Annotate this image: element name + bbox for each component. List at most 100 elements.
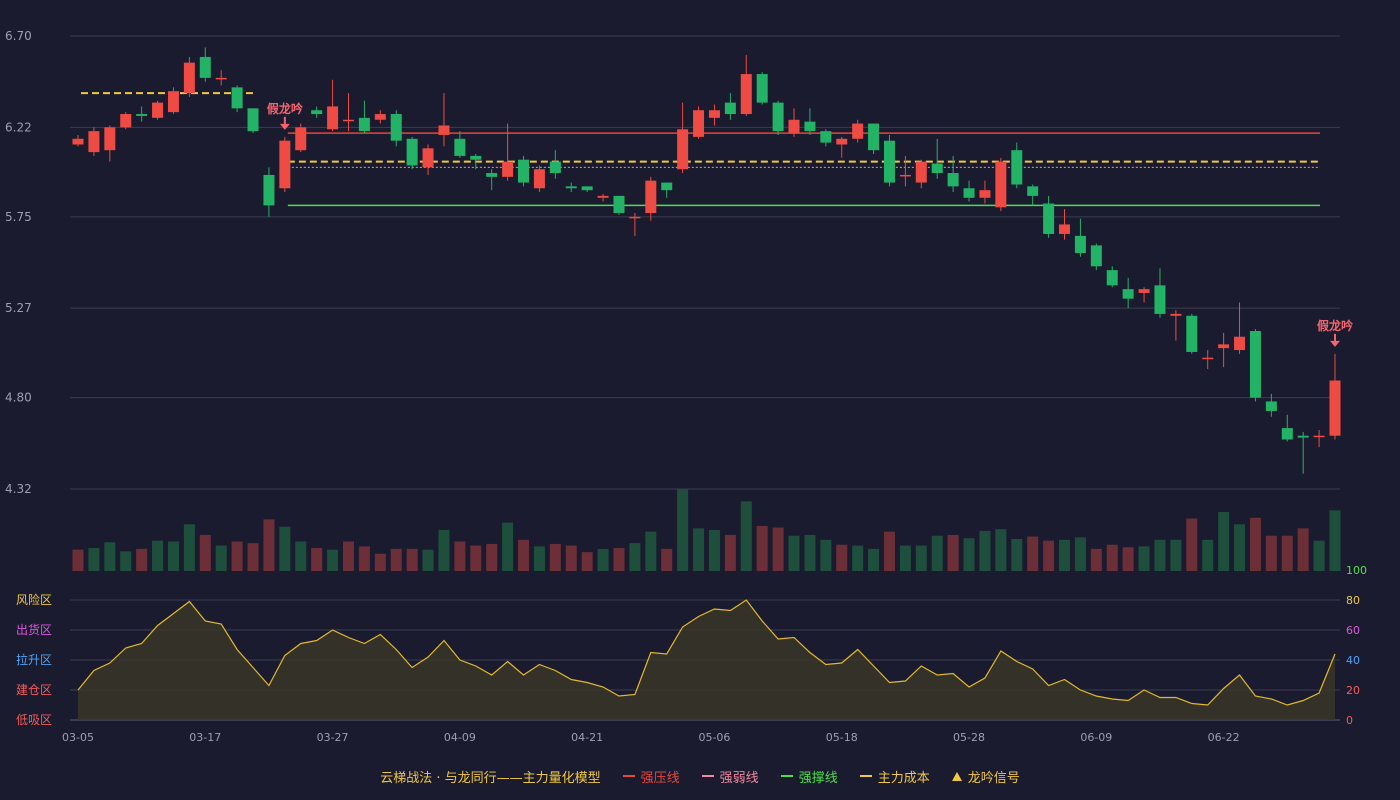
volume-bar: [883, 531, 895, 571]
volume-bar: [215, 545, 227, 571]
candle-body: [374, 114, 386, 120]
candle-body: [104, 127, 116, 151]
candle-body: [1011, 150, 1023, 185]
volume-bar: [422, 549, 434, 571]
volume-bar: [693, 528, 705, 571]
volume-bar: [1218, 511, 1230, 571]
candle-body: [1329, 380, 1341, 436]
oscillator-tick-label: 0: [1346, 714, 1353, 727]
candle-body: [406, 138, 418, 166]
candle-body: [804, 121, 816, 132]
legend-item-strong-support[interactable]: 强撑线: [780, 767, 838, 786]
volume-bar: [645, 531, 657, 571]
oscillator-tick-label: 40: [1346, 654, 1360, 667]
volume-bar: [72, 549, 84, 571]
volume-bar: [868, 548, 880, 571]
candle-body: [693, 110, 705, 137]
candle-body: [1281, 428, 1293, 440]
legend-label: 强撑线: [798, 770, 838, 786]
signal-label: 假龙吟: [267, 101, 303, 116]
arrow-down-icon: [1330, 340, 1340, 347]
candle-body: [549, 161, 561, 174]
triangle-icon: [951, 771, 962, 781]
zone-label: 风险区: [16, 592, 52, 607]
candle-body: [167, 91, 179, 113]
signal-markers: 假龙吟假龙吟: [267, 101, 1353, 347]
oscillator-tick-label: 100: [1346, 564, 1367, 577]
volume-bar: [406, 548, 418, 571]
legend-label: 强压线: [640, 770, 680, 786]
legend-swatch: [780, 775, 793, 777]
oscillator-panel: 100 80 60 40 20 0 风险区出货区拉升区建仓区低吸区: [16, 564, 1367, 727]
volume-bar: [677, 489, 689, 571]
signal-label: 假龙吟: [1317, 318, 1353, 333]
volume-bar: [788, 535, 800, 571]
zone-label: 低吸区: [16, 713, 52, 727]
price-tick-label: 5.27: [5, 301, 32, 315]
candle-body: [708, 110, 720, 118]
candle-body: [995, 161, 1007, 208]
candle-body: [342, 119, 354, 122]
candle-body: [1122, 289, 1134, 299]
volume-bar: [470, 545, 482, 571]
date-tick-label: 05-06: [698, 731, 730, 744]
volume-bar: [390, 548, 402, 571]
legend-item-dragon-signal[interactable]: 龙吟信号: [951, 767, 1020, 786]
candle-body: [883, 140, 895, 183]
candle-body: [454, 138, 466, 156]
candle-body: [740, 74, 752, 115]
candle-body: [152, 102, 164, 118]
candle-body: [1027, 186, 1039, 196]
candle-body: [120, 114, 132, 128]
candle-body: [470, 155, 482, 160]
date-tick-label: 03-17: [189, 731, 221, 744]
legend-label: 强弱线: [719, 770, 759, 786]
volume-bar: [1154, 539, 1166, 571]
volume-bar: [613, 548, 625, 571]
volume-bar: [661, 548, 673, 571]
volume-bar: [1170, 539, 1182, 571]
candle-body: [486, 173, 498, 177]
candle-body: [1234, 336, 1246, 351]
candle-body: [199, 56, 211, 78]
zone-label: 拉升区: [16, 652, 52, 667]
legend-item-strong-pressure[interactable]: 强压线: [622, 767, 680, 786]
legend-item-main-cost[interactable]: 主力成本: [859, 767, 930, 786]
date-tick-label: 04-09: [444, 731, 476, 744]
candle-body: [88, 131, 100, 153]
candle-body: [788, 119, 800, 134]
volume-bar: [1106, 544, 1118, 571]
date-tick-label: 05-18: [826, 731, 858, 744]
date-tick-label: 05-28: [953, 731, 985, 744]
candle-body: [533, 169, 545, 189]
date-tick-label: 06-22: [1208, 731, 1240, 744]
candle-body: [947, 173, 959, 187]
candle-body: [661, 182, 673, 191]
volume-bar: [358, 546, 370, 571]
volume-bar: [852, 545, 864, 571]
date-tick-label: 03-05: [62, 731, 94, 744]
volume-bar: [502, 522, 514, 571]
candle-body: [868, 123, 880, 151]
candle-body: [724, 102, 736, 115]
price-axis: 6.70 6.22 5.75 5.27 4.80 4.32: [5, 29, 32, 496]
legend-item-strength-line[interactable]: 强弱线: [701, 767, 759, 786]
chart-legend: 云梯战法 · 与龙同行——主力量化模型 强压线 强弱线 强撑线 主力成本 龙吟信…: [0, 764, 1400, 788]
volume-bar: [724, 534, 736, 571]
volume-bar: [438, 530, 450, 571]
oscillator-tick-label: 20: [1346, 684, 1360, 697]
oscillator-tick-label: 60: [1346, 624, 1360, 637]
volume-bar: [1027, 536, 1039, 571]
volume-bar: [756, 525, 768, 571]
candle-body: [1218, 344, 1230, 349]
volume-bar: [88, 548, 100, 571]
volume-bar: [947, 534, 959, 571]
candle-body: [422, 148, 434, 168]
volume-bar: [1138, 546, 1150, 571]
candle-body: [231, 87, 243, 109]
candle-body: [279, 140, 291, 189]
volume-bar: [1043, 540, 1055, 571]
candle-body: [772, 102, 784, 132]
volume-bar: [963, 538, 975, 571]
stock-chart: 6.706.225.755.274.804.32 假龙吟假龙吟 10080604…: [5, 29, 1367, 744]
